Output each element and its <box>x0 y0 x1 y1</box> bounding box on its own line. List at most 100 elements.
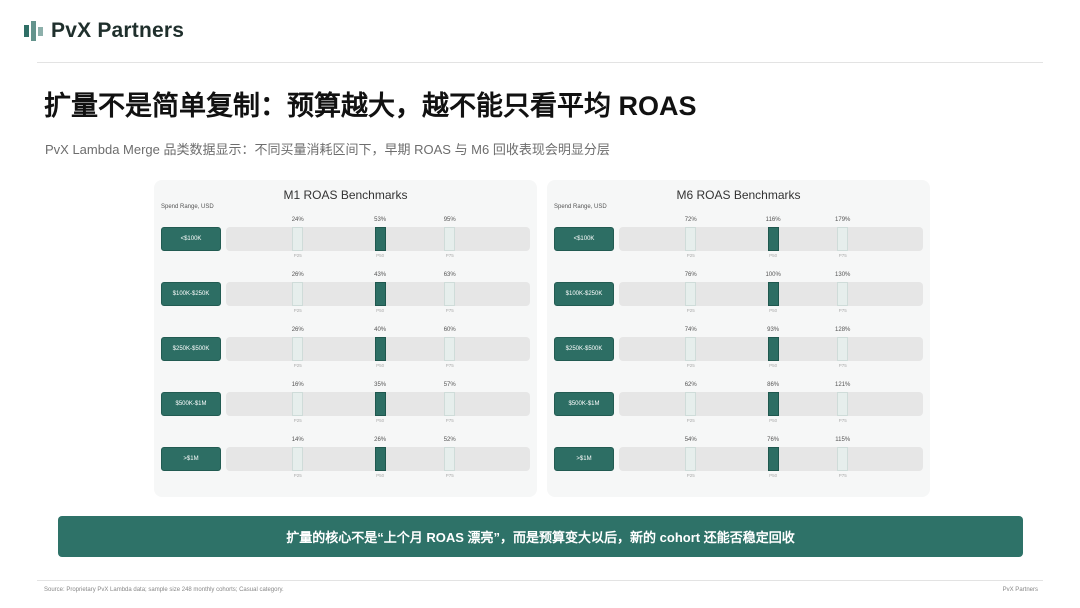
row-header-label: Spend Range, USD <box>554 204 607 210</box>
spend-range-label: $250K-$500K <box>554 337 614 361</box>
percentile-value-p75: 121% <box>835 382 851 388</box>
percentile-label: P25 <box>686 308 695 313</box>
percentile-label: P75 <box>838 253 847 258</box>
percentile-value-p75: 63% <box>443 272 456 278</box>
spend-range-label: $100K-$250K <box>161 282 221 306</box>
percentile-label: P75 <box>445 253 454 258</box>
spend-range-label: $500K-$1M <box>554 392 614 416</box>
page-subtitle: PvX Lambda Merge 品类数据显示：不同买量消耗区间下，早期 ROA… <box>45 142 610 157</box>
percentile-value-p50: 26% <box>374 437 387 443</box>
key-takeaway-banner: 扩量的核心不是“上个月 ROAS 漂亮”，而是预算变大以后，新的 cohort … <box>58 516 1023 557</box>
percentile-marker-p50 <box>374 282 386 306</box>
percentile-marker-p25 <box>685 282 697 306</box>
percentile-label: P50 <box>376 253 385 258</box>
benchmark-row: $500K-$1M 62% P25 86% P50 121% P75 <box>547 380 930 430</box>
spend-range-label: >$1M <box>161 447 221 471</box>
percentile-label: P75 <box>445 363 454 368</box>
percentile-label: P75 <box>838 473 847 478</box>
percentile-value-p75: 60% <box>443 327 456 333</box>
percentile-label: P50 <box>376 473 385 478</box>
percentile-marker-p50 <box>767 337 779 361</box>
percentile-label: P25 <box>686 253 695 258</box>
panel-title: M6 ROAS Benchmarks <box>676 188 801 202</box>
percentile-marker-p25 <box>685 392 697 416</box>
percentile-label: P50 <box>769 308 778 313</box>
percentile-label: P25 <box>686 363 695 368</box>
percentile-marker-p50 <box>767 282 779 306</box>
percentile-label: P75 <box>838 308 847 313</box>
percentile-label: P75 <box>838 363 847 368</box>
percentile-value-p25: 14% <box>291 437 304 443</box>
percentile-label: P25 <box>686 418 695 423</box>
spend-range-label: <$100K <box>161 227 221 251</box>
brand-logo: PvX Partners <box>24 19 184 43</box>
percentile-label: P25 <box>293 418 302 423</box>
row-header-label: Spend Range, USD <box>161 204 214 210</box>
percentile-marker-p50 <box>767 227 779 251</box>
percentile-value-p25: 16% <box>291 382 304 388</box>
percentile-label: P25 <box>293 253 302 258</box>
percentile-value-p75: 179% <box>835 217 851 223</box>
percentile-label: P50 <box>769 418 778 423</box>
percentile-marker-p25 <box>685 447 697 471</box>
percentile-marker-p75 <box>837 447 849 471</box>
percentile-label: P25 <box>293 473 302 478</box>
percentile-value-p50: 53% <box>374 217 387 223</box>
percentile-marker-p25 <box>292 337 304 361</box>
percentile-marker-p75 <box>837 392 849 416</box>
percentile-value-p25: 26% <box>291 327 304 333</box>
percentile-marker-p25 <box>292 392 304 416</box>
percentile-marker-p75 <box>444 337 456 361</box>
source-note: Source: Proprietary PvX Lambda data; sam… <box>44 587 284 593</box>
percentile-value-p75: 128% <box>835 327 851 333</box>
spend-range-label: <$100K <box>554 227 614 251</box>
benchmark-row: $500K-$1M 16% P25 35% P50 57% P75 <box>154 380 537 430</box>
percentile-marker-p50 <box>374 337 386 361</box>
percentile-value-p25: 24% <box>291 217 304 223</box>
percentile-marker-p25 <box>685 337 697 361</box>
m1-roas-panel: M1 ROAS Benchmarks Spend Range, USD <$10… <box>154 180 537 497</box>
percentile-marker-p25 <box>685 227 697 251</box>
percentile-label: P25 <box>686 473 695 478</box>
benchmark-row: $100K-$250K 76% P25 100% P50 130% P75 <box>547 270 930 320</box>
spend-range-label: $100K-$250K <box>554 282 614 306</box>
percentile-marker-p75 <box>444 227 456 251</box>
percentile-value-p75: 115% <box>835 437 851 443</box>
percentile-value-p50: 76% <box>767 437 780 443</box>
percentile-label: P25 <box>293 363 302 368</box>
percentile-value-p50: 40% <box>374 327 387 333</box>
percentile-label: P50 <box>769 363 778 368</box>
percentile-label: P75 <box>445 418 454 423</box>
benchmark-row: >$1M 54% P25 76% P50 115% P75 <box>547 435 930 485</box>
percentile-marker-p75 <box>444 392 456 416</box>
percentile-label: P75 <box>838 418 847 423</box>
spend-range-label: $250K-$500K <box>161 337 221 361</box>
percentile-marker-p50 <box>374 392 386 416</box>
spend-range-label: >$1M <box>554 447 614 471</box>
percentile-value-p75: 130% <box>835 272 851 278</box>
pvx-logo-icon <box>24 21 44 41</box>
percentile-marker-p75 <box>444 447 456 471</box>
footer-brand: PvX Partners <box>1002 587 1038 593</box>
page-title: 扩量不是简单复制：预算越大，越不能只看平均 ROAS <box>44 91 697 121</box>
percentile-marker-p25 <box>292 447 304 471</box>
percentile-value-p50: 100% <box>765 272 781 278</box>
percentile-label: P25 <box>293 308 302 313</box>
percentile-value-p50: 43% <box>374 272 387 278</box>
header-divider <box>37 62 1043 63</box>
percentile-marker-p50 <box>374 227 386 251</box>
percentile-marker-p50 <box>767 392 779 416</box>
panel-title: M1 ROAS Benchmarks <box>283 188 408 202</box>
percentile-label: P50 <box>376 363 385 368</box>
percentile-value-p25: 26% <box>291 272 304 278</box>
percentile-label: P75 <box>445 473 454 478</box>
percentile-value-p25: 72% <box>684 217 697 223</box>
percentile-marker-p25 <box>292 227 304 251</box>
benchmark-row: $250K-$500K 74% P25 93% P50 128% P75 <box>547 325 930 375</box>
brand-name: PvX Partners <box>51 19 185 42</box>
percentile-marker-p75 <box>837 337 849 361</box>
benchmark-row: $100K-$250K 26% P25 43% P50 63% P75 <box>154 270 537 320</box>
percentile-marker-p25 <box>292 282 304 306</box>
percentile-value-p75: 95% <box>443 217 456 223</box>
benchmark-row: <$100K 72% P25 116% P50 179% P75 <box>547 215 930 265</box>
